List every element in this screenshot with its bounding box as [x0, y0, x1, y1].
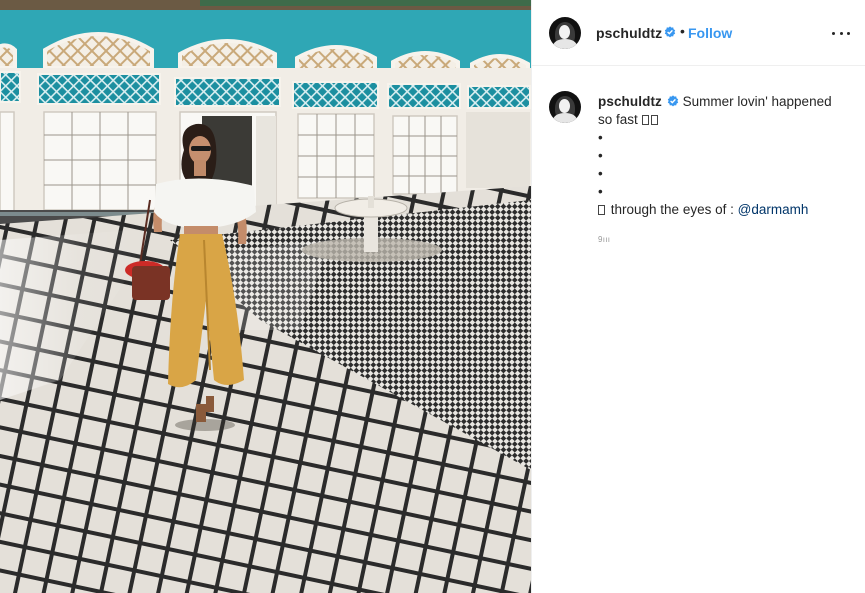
caption-author-avatar[interactable] — [549, 91, 581, 123]
post-header: pschuldtz • Follow — [532, 0, 865, 66]
caption-bullet: • — [598, 130, 603, 145]
post-side-panel: pschuldtz • Follow pschuldtz Summer lovi… — [531, 0, 865, 593]
caption-text: pschuldtz Summer lovin' happened so fast… — [598, 93, 838, 219]
emoji-placeholder-icon — [650, 115, 658, 125]
separator-dot: • — [680, 23, 685, 39]
post-photo-image — [0, 0, 531, 593]
caption-line-2: so fast — [598, 112, 638, 127]
author-username[interactable]: pschuldtz — [596, 25, 662, 41]
caption-bullet: • — [598, 166, 603, 181]
caption-mention-link[interactable]: @darmamh — [738, 202, 809, 217]
emoji-placeholder-icon — [598, 205, 605, 215]
caption-username[interactable]: pschuldtz — [598, 94, 662, 109]
caption-credit: through the eyes of : — [610, 202, 734, 217]
author-avatar[interactable] — [549, 17, 581, 49]
verified-badge-icon — [664, 26, 676, 38]
caption-bullet: • — [598, 148, 603, 163]
caption-bullet: • — [598, 184, 603, 199]
follow-button[interactable]: Follow — [688, 25, 732, 41]
post-photo[interactable] — [0, 0, 531, 593]
caption-line-1: Summer lovin' happened — [682, 94, 832, 109]
caption-verified-badge-icon — [667, 95, 679, 107]
more-options-icon[interactable] — [832, 24, 850, 42]
post-timestamp[interactable]: 9ııı — [598, 235, 610, 244]
emoji-placeholder-icon — [641, 115, 649, 125]
